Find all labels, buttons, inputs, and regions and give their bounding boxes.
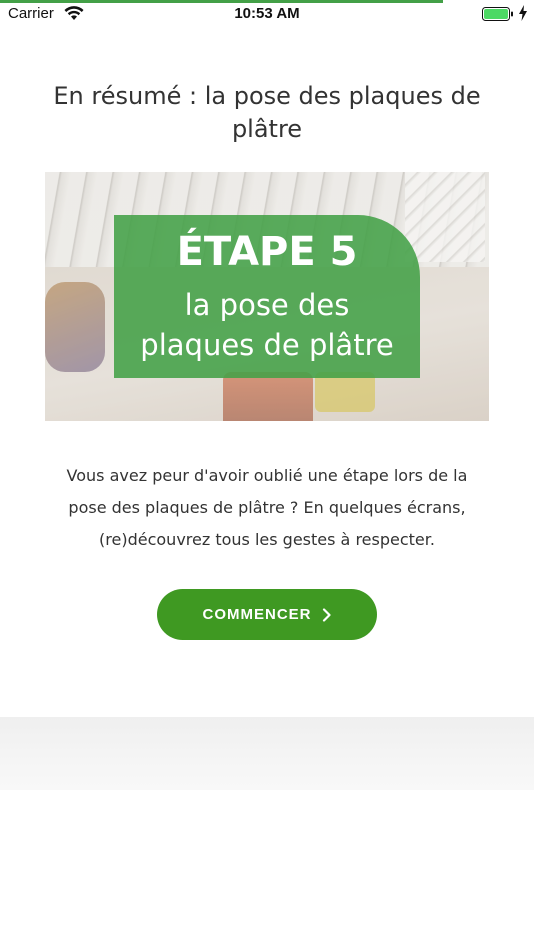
step-subtitle-line1: la pose des bbox=[184, 288, 350, 322]
battery-icon bbox=[482, 7, 513, 21]
start-button-label: COMMENCER bbox=[202, 606, 312, 623]
step-subtitle: la pose des plaques de plâtre bbox=[114, 285, 420, 365]
step-number: ÉTAPE 5 bbox=[176, 229, 358, 275]
chevron-right-icon bbox=[322, 607, 331, 622]
intro-description: Vous avez peur d'avoir oublié une étape … bbox=[66, 466, 468, 549]
status-bar: Carrier 10:53 AM bbox=[0, 0, 534, 28]
page-load-progress bbox=[0, 0, 444, 3]
page-title: En résumé : la pose des plaques de plâtr… bbox=[53, 82, 481, 143]
charging-bolt-icon bbox=[519, 5, 527, 21]
start-button[interactable]: COMMENCER bbox=[157, 589, 377, 640]
step-subtitle-line2: plaques de plâtre bbox=[140, 328, 394, 362]
bottom-panel bbox=[0, 717, 534, 790]
hero-image: ÉTAPE 5 la pose des plaques de plâtre bbox=[45, 172, 489, 421]
step-badge: ÉTAPE 5 la pose des plaques de plâtre bbox=[114, 215, 420, 378]
status-time: 10:53 AM bbox=[234, 5, 300, 22]
